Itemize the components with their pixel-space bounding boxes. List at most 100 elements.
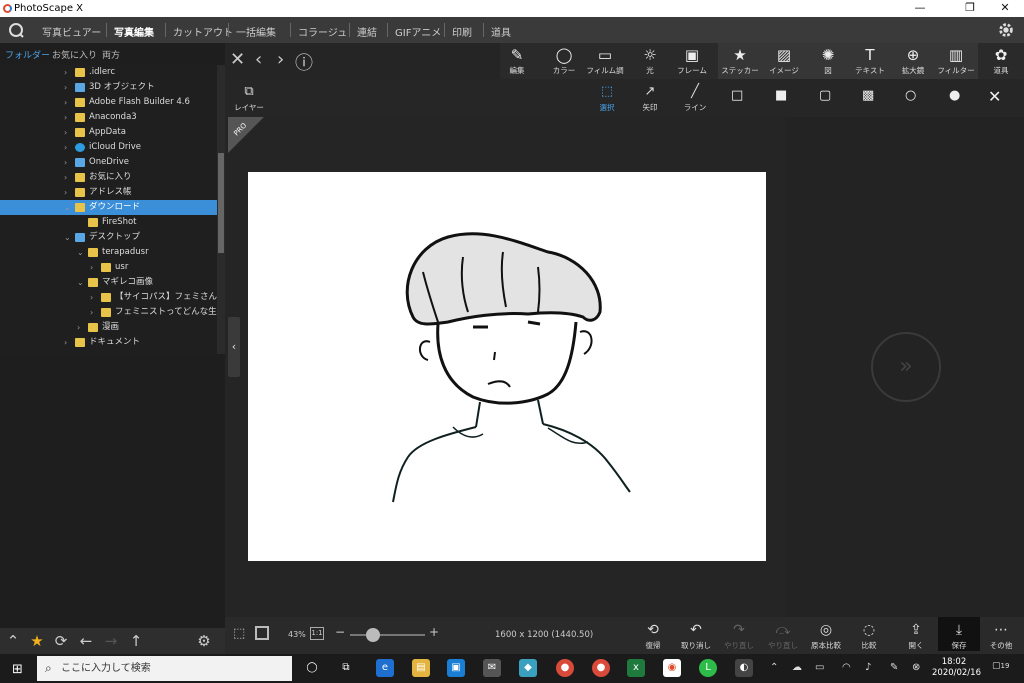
tab-favorites[interactable]: お気に入り bbox=[52, 48, 97, 61]
chevron-up-icon[interactable]: ⌃ bbox=[4, 632, 22, 650]
redo-all-button[interactable]: ⤼ やり直し bbox=[762, 620, 804, 651]
chrome-alt-icon[interactable]: ● bbox=[592, 659, 610, 677]
menu-item-6[interactable]: GIFアニメ bbox=[395, 24, 441, 39]
tool-image[interactable]: ▨ イメージ bbox=[762, 43, 806, 79]
redo-button[interactable]: ↷ やり直し bbox=[718, 620, 760, 651]
subtool-line[interactable]: ╱ ライン bbox=[675, 82, 715, 113]
minimize-button[interactable]: — bbox=[905, 0, 935, 17]
actual-size-button[interactable]: 1:1 bbox=[310, 627, 324, 640]
zoom-slider[interactable] bbox=[350, 628, 425, 642]
crop-select-icon[interactable]: ⬚ bbox=[233, 626, 245, 641]
forward-arrow-icon[interactable]: → bbox=[102, 632, 120, 650]
previous-photo-icon[interactable]: ‹ bbox=[255, 49, 262, 70]
photos-app-icon[interactable]: ◆ bbox=[519, 659, 537, 677]
tree-item[interactable]: ⌄ terapadusr bbox=[0, 245, 217, 260]
next-photo-icon[interactable]: › bbox=[277, 49, 284, 70]
tool-color[interactable]: ◯ カラー bbox=[542, 43, 586, 79]
tool-tools[interactable]: ✿ 道具 bbox=[979, 43, 1023, 79]
notifications-icon[interactable]: ▢19 bbox=[992, 661, 1009, 671]
settings-gear-icon[interactable] bbox=[997, 21, 1015, 39]
tree-item[interactable]: › Anaconda3 bbox=[0, 110, 217, 125]
window-close-button[interactable]: ✕ bbox=[990, 0, 1020, 17]
compare-button[interactable]: ◌ 比較 bbox=[848, 620, 890, 651]
menu-item-1[interactable]: 写真編集 bbox=[114, 24, 154, 39]
tree-item[interactable]: ⌄ ダウンロード bbox=[0, 200, 217, 215]
chevron-right-icon[interactable]: › bbox=[64, 185, 67, 200]
tree-item[interactable]: › usr bbox=[0, 260, 217, 275]
shape-option-2[interactable]: ▢ bbox=[819, 88, 831, 103]
chevron-right-icon[interactable]: › bbox=[90, 290, 93, 305]
menu-item-7[interactable]: 印刷 bbox=[452, 24, 472, 39]
shape-option-1[interactable]: ■ bbox=[775, 88, 787, 103]
shape-option-5[interactable]: ● bbox=[949, 88, 960, 103]
taskbar-search-input[interactable]: ⌕ ここに入力して検索 bbox=[37, 656, 292, 681]
tool-filter[interactable]: ▥ フィルター bbox=[934, 43, 978, 79]
refresh-icon[interactable]: ⟳ bbox=[52, 632, 70, 650]
tree-item[interactable]: ⌄ デスクトップ bbox=[0, 230, 217, 245]
tool-light[interactable]: ☼ 光 bbox=[628, 43, 672, 79]
file-explorer-icon[interactable]: ▤ bbox=[412, 659, 430, 677]
chevron-down-icon[interactable]: ⌄ bbox=[64, 230, 71, 245]
shape-option-4[interactable]: ○ bbox=[905, 88, 916, 103]
zoom-in-icon[interactable]: + bbox=[429, 625, 439, 639]
panel-settings-icon[interactable]: ⚙ bbox=[195, 632, 213, 650]
photo-canvas[interactable] bbox=[248, 172, 766, 561]
photoscape-taskbar-icon[interactable]: ◐ bbox=[735, 659, 753, 677]
volume-icon[interactable]: ♪ bbox=[865, 662, 871, 673]
windows-start-icon[interactable]: ⊞ bbox=[12, 662, 23, 677]
tool-edit[interactable]: ✎ 編集 bbox=[495, 43, 539, 79]
menu-item-0[interactable]: 写真ビュアー bbox=[42, 24, 101, 39]
paint-app-icon[interactable]: ◉ bbox=[663, 659, 681, 677]
tree-item[interactable]: › アドレス帳 bbox=[0, 185, 217, 200]
expand-panel-button[interactable]: » bbox=[871, 332, 941, 402]
tree-item[interactable]: FireShot bbox=[0, 215, 217, 230]
revert-button[interactable]: ⟲ 復帰 bbox=[632, 620, 674, 651]
restore-button[interactable]: ❐ bbox=[955, 0, 985, 17]
battery-icon[interactable]: ▭ bbox=[815, 662, 824, 673]
tree-item[interactable]: › Adobe Flash Builder 4.6 bbox=[0, 95, 217, 110]
chevron-down-icon[interactable]: ⌄ bbox=[64, 200, 71, 215]
chevron-right-icon[interactable]: › bbox=[64, 155, 67, 170]
tab-both[interactable]: 両方 bbox=[102, 48, 120, 61]
menu-item-5[interactable]: 連結 bbox=[357, 24, 377, 39]
subtool-select[interactable]: ⬚ 選択 bbox=[587, 82, 627, 113]
more-button[interactable]: ⋯ その他 bbox=[980, 620, 1022, 651]
collapse-panel-button[interactable]: ‹ bbox=[228, 317, 240, 377]
chevron-right-icon[interactable]: › bbox=[64, 80, 67, 95]
chevron-right-icon[interactable]: › bbox=[64, 140, 67, 155]
tree-item[interactable]: › OneDrive bbox=[0, 155, 217, 170]
menu-item-2[interactable]: カットアウト bbox=[173, 24, 233, 39]
close-circle-icon[interactable]: ⊗ bbox=[912, 662, 920, 673]
menu-item-8[interactable]: 道具 bbox=[491, 24, 511, 39]
chrome-icon[interactable]: ● bbox=[556, 659, 574, 677]
close-subtoolbar-icon[interactable]: ✕ bbox=[988, 87, 1001, 106]
tool-film[interactable]: ▭ フィルム調 bbox=[583, 43, 627, 79]
chevron-right-icon[interactable]: › bbox=[64, 170, 67, 185]
close-photo-icon[interactable]: ✕ bbox=[230, 49, 245, 70]
chevron-right-icon[interactable]: › bbox=[64, 335, 67, 350]
tree-item[interactable]: › 【サイコパス】フェミさん、宇崎ち bbox=[0, 290, 251, 305]
taskbar-clock[interactable]: 18:02 2020/02/16 bbox=[932, 657, 981, 679]
compare-original-button[interactable]: ◎ 原本比較 bbox=[805, 620, 847, 651]
chevron-right-icon[interactable]: › bbox=[64, 95, 67, 110]
chevron-right-icon[interactable]: › bbox=[90, 260, 93, 275]
star-icon[interactable]: ★ bbox=[28, 632, 46, 650]
zoom-out-icon[interactable]: − bbox=[335, 625, 345, 639]
task-view-icon[interactable]: ⧉ bbox=[337, 659, 355, 677]
tree-item[interactable]: › お気に入り bbox=[0, 170, 217, 185]
tool-sticker[interactable]: ★ ステッカー bbox=[718, 43, 762, 79]
chevron-right-icon[interactable]: › bbox=[64, 110, 67, 125]
tree-item[interactable]: ⌄ マギレコ画像 bbox=[0, 275, 217, 290]
pen-icon[interactable]: ✎ bbox=[890, 662, 898, 673]
menu-item-4[interactable]: コラージュ bbox=[298, 24, 347, 39]
subtool-arrow[interactable]: ↗ 矢印 bbox=[630, 82, 670, 113]
tool-frame[interactable]: ▣ フレーム bbox=[670, 43, 714, 79]
folder-tree[interactable]: › .idlerc › 3D オブジェクト › Adobe Flash Builder 4… bbox=[0, 65, 251, 354]
shape-option-0[interactable]: □ bbox=[731, 88, 743, 103]
tray-chevron-icon[interactable]: ⌃ bbox=[770, 662, 778, 673]
chevron-right-icon[interactable]: › bbox=[90, 305, 93, 320]
shape-option-3[interactable]: ▩ bbox=[862, 88, 874, 103]
mail-icon[interactable]: ✉ bbox=[483, 659, 501, 677]
cortana-icon[interactable]: ◯ bbox=[303, 659, 321, 677]
menu-item-3[interactable]: 一括編集 bbox=[236, 24, 276, 39]
